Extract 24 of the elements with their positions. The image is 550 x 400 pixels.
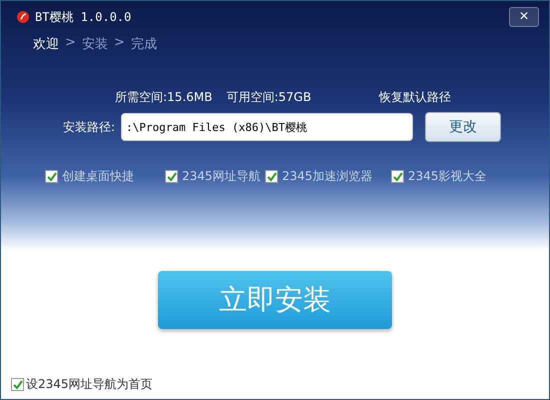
option-label: 2345网址导航 [182, 168, 261, 185]
homepage-option-label: 设2345网址导航为首页 [26, 376, 153, 393]
checkbox[interactable] [165, 170, 178, 183]
step-label: 欢迎 [33, 36, 59, 53]
checkbox[interactable] [11, 378, 24, 391]
option-label: 2345影视大全 [408, 168, 487, 185]
install-path-field[interactable]: :\Program Files (x86)\BT樱桃 [121, 113, 413, 141]
step-separator: > [65, 35, 76, 52]
install-path-label: 安装路径: [62, 118, 115, 136]
restore-default-path-link[interactable]: 恢复默认路径 [379, 89, 452, 106]
change-button[interactable]: 更改 [425, 112, 501, 142]
checkbox[interactable] [265, 170, 278, 183]
option-label: 创建桌面快捷 [62, 168, 134, 185]
close-button[interactable]: × [509, 7, 539, 27]
available-space-text: 可用空间:57GB [226, 89, 312, 106]
window-title: BT樱桃 1.0.0.0 [35, 8, 132, 26]
step-separator: > [114, 35, 125, 52]
app-logo-icon [17, 11, 29, 23]
checkbox[interactable] [391, 170, 404, 183]
option-label: 2345加速浏览器 [282, 168, 373, 185]
required-space-text: 所需空间:15.6MB [115, 89, 212, 106]
checkbox[interactable] [45, 170, 58, 183]
step-label: 完成 [130, 36, 157, 53]
step-label: 安装 [82, 36, 108, 53]
